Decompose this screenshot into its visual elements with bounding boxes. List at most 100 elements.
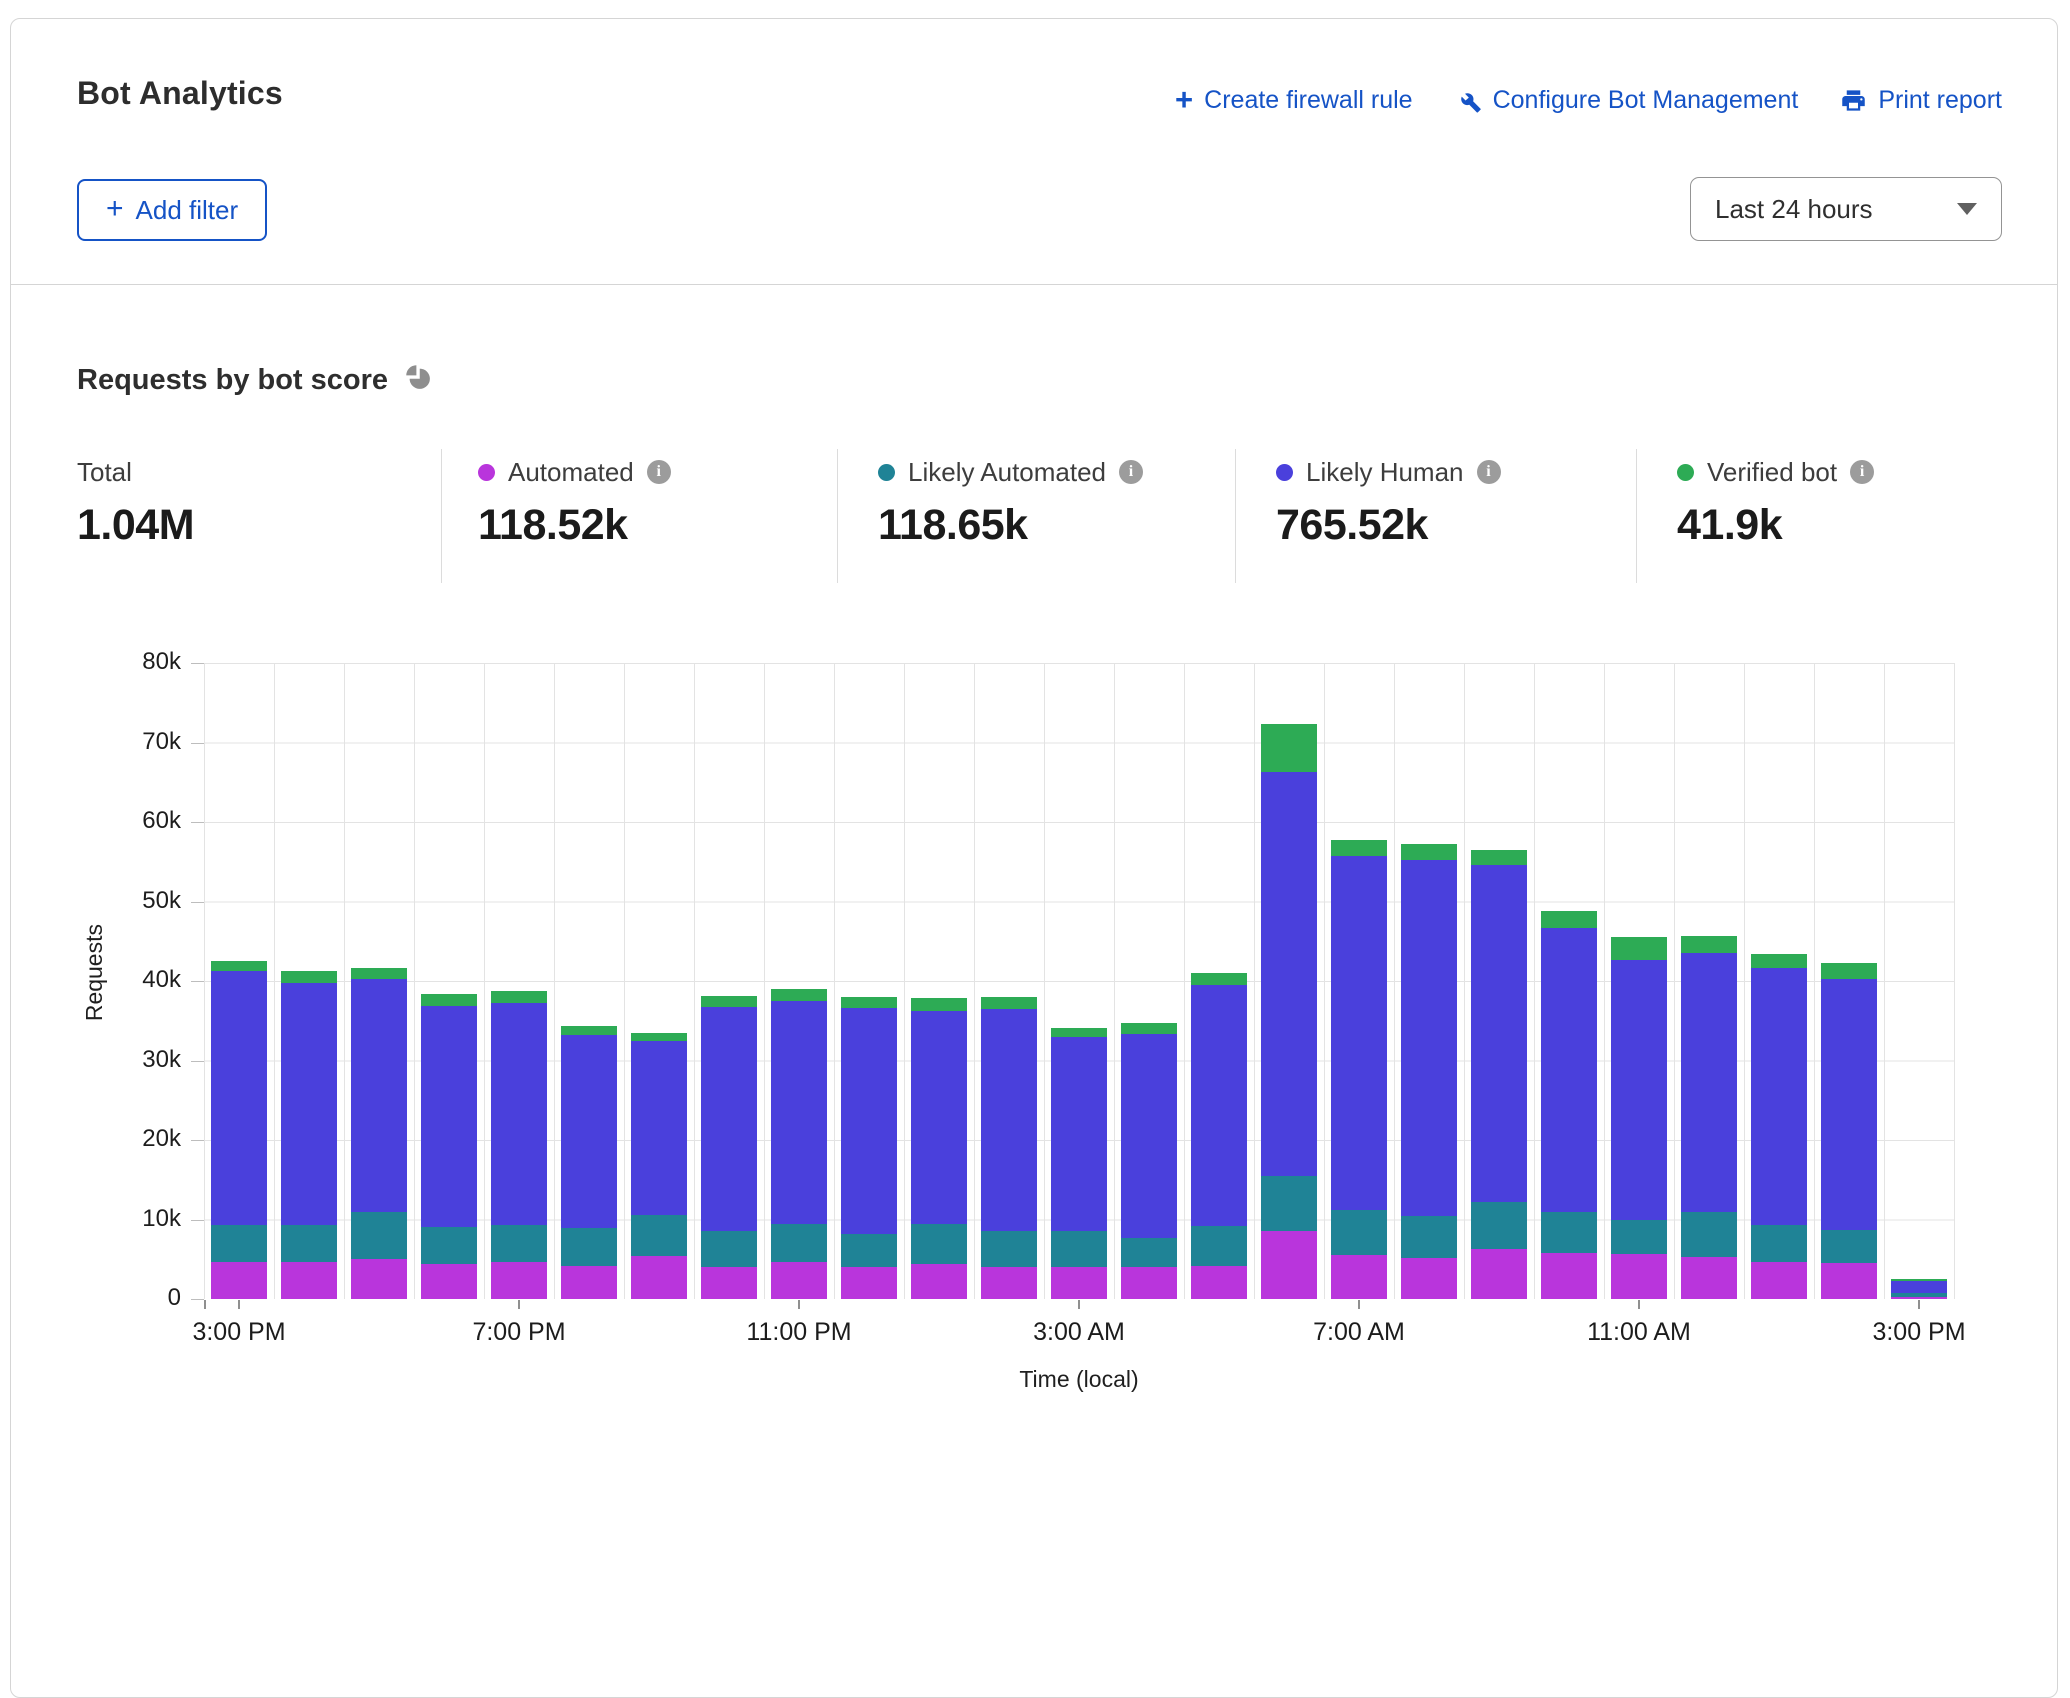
- segment-automated[interactable]: [1751, 1262, 1807, 1299]
- segment-verified-bot[interactable]: [1471, 850, 1527, 865]
- segment-likely-human[interactable]: [1471, 865, 1527, 1202]
- segment-verified-bot[interactable]: [211, 961, 267, 971]
- segment-likely-automated[interactable]: [211, 1225, 267, 1262]
- segment-likely-human[interactable]: [1261, 772, 1317, 1176]
- bar-5-00-am[interactable]: [1191, 973, 1247, 1299]
- segment-verified-bot[interactable]: [841, 997, 897, 1008]
- segment-likely-human[interactable]: [1121, 1034, 1177, 1238]
- segment-likely-automated[interactable]: [1821, 1230, 1877, 1263]
- segment-likely-human[interactable]: [1331, 856, 1387, 1210]
- segment-likely-human[interactable]: [1191, 985, 1247, 1226]
- segment-likely-automated[interactable]: [1121, 1238, 1177, 1267]
- segment-automated[interactable]: [421, 1264, 477, 1299]
- segment-likely-human[interactable]: [561, 1035, 617, 1228]
- bar-7-00-am[interactable]: [1331, 840, 1387, 1299]
- bar-3-00-pm[interactable]: [211, 961, 267, 1299]
- segment-likely-human[interactable]: [911, 1011, 967, 1224]
- bar-9-00-am[interactable]: [1471, 850, 1527, 1299]
- segment-verified-bot[interactable]: [631, 1033, 687, 1041]
- segment-likely-human[interactable]: [1541, 928, 1597, 1212]
- segment-likely-automated[interactable]: [701, 1231, 757, 1267]
- create-firewall-rule-link[interactable]: + Create firewall rule: [1175, 85, 1413, 116]
- segment-likely-automated[interactable]: [981, 1231, 1037, 1267]
- segment-likely-human[interactable]: [631, 1041, 687, 1215]
- bar-2-00-am[interactable]: [981, 997, 1037, 1299]
- segment-likely-automated[interactable]: [1401, 1216, 1457, 1258]
- segment-likely-human[interactable]: [1891, 1281, 1947, 1294]
- segment-likely-human[interactable]: [701, 1007, 757, 1231]
- bar-4-00-pm[interactable]: [281, 971, 337, 1299]
- bar-1-00-pm[interactable]: [1751, 954, 1807, 1299]
- segment-automated[interactable]: [1121, 1267, 1177, 1299]
- segment-automated[interactable]: [701, 1267, 757, 1299]
- segment-verified-bot[interactable]: [1051, 1028, 1107, 1038]
- segment-likely-automated[interactable]: [631, 1215, 687, 1256]
- segment-likely-human[interactable]: [1681, 953, 1737, 1212]
- segment-automated[interactable]: [1331, 1255, 1387, 1299]
- bar-8-00-pm[interactable]: [561, 1026, 617, 1299]
- segment-verified-bot[interactable]: [1541, 911, 1597, 928]
- segment-automated[interactable]: [631, 1256, 687, 1299]
- bar-12-00-pm[interactable]: [1681, 936, 1737, 1299]
- segment-automated[interactable]: [561, 1266, 617, 1299]
- segment-verified-bot[interactable]: [1681, 936, 1737, 953]
- bar-2-00-pm[interactable]: [1821, 963, 1877, 1299]
- segment-automated[interactable]: [351, 1259, 407, 1299]
- segment-automated[interactable]: [211, 1262, 267, 1299]
- segment-automated[interactable]: [1401, 1258, 1457, 1299]
- segment-automated[interactable]: [1261, 1231, 1317, 1299]
- bar-1-00-am[interactable]: [911, 998, 967, 1299]
- segment-likely-human[interactable]: [1751, 968, 1807, 1225]
- segment-likely-automated[interactable]: [1261, 1176, 1317, 1232]
- bar-6-00-am[interactable]: [1261, 724, 1317, 1299]
- segment-automated[interactable]: [1681, 1257, 1737, 1299]
- segment-likely-automated[interactable]: [491, 1225, 547, 1262]
- segment-likely-automated[interactable]: [771, 1224, 827, 1261]
- segment-likely-automated[interactable]: [1191, 1226, 1247, 1266]
- bar-11-00-am[interactable]: [1611, 937, 1667, 1299]
- segment-likely-automated[interactable]: [1331, 1210, 1387, 1255]
- segment-automated[interactable]: [1051, 1267, 1107, 1299]
- segment-automated[interactable]: [1541, 1253, 1597, 1299]
- bar-12-00-am[interactable]: [841, 997, 897, 1299]
- segment-verified-bot[interactable]: [981, 997, 1037, 1009]
- segment-verified-bot[interactable]: [1331, 840, 1387, 856]
- segment-verified-bot[interactable]: [771, 989, 827, 1001]
- segment-verified-bot[interactable]: [1611, 937, 1667, 960]
- bar-5-00-pm[interactable]: [351, 968, 407, 1299]
- segment-likely-human[interactable]: [281, 983, 337, 1225]
- segment-likely-human[interactable]: [421, 1006, 477, 1228]
- segment-automated[interactable]: [491, 1262, 547, 1299]
- bar-7-00-pm[interactable]: [491, 991, 547, 1299]
- segment-verified-bot[interactable]: [281, 971, 337, 983]
- info-icon[interactable]: i: [1119, 460, 1143, 484]
- info-icon[interactable]: i: [1477, 460, 1501, 484]
- segment-verified-bot[interactable]: [1191, 973, 1247, 985]
- info-icon[interactable]: i: [1850, 460, 1874, 484]
- segment-likely-human[interactable]: [841, 1008, 897, 1234]
- segment-automated[interactable]: [1891, 1297, 1947, 1299]
- segment-likely-human[interactable]: [491, 1003, 547, 1225]
- segment-likely-human[interactable]: [211, 971, 267, 1225]
- segment-automated[interactable]: [1191, 1266, 1247, 1299]
- bar-11-00-pm[interactable]: [771, 989, 827, 1299]
- bar-9-00-pm[interactable]: [631, 1033, 687, 1299]
- bar-3-00-am[interactable]: [1051, 1028, 1107, 1299]
- segment-verified-bot[interactable]: [1821, 963, 1877, 979]
- segment-likely-human[interactable]: [1051, 1037, 1107, 1230]
- segment-automated[interactable]: [1471, 1249, 1527, 1299]
- segment-likely-automated[interactable]: [1471, 1202, 1527, 1249]
- segment-likely-human[interactable]: [1401, 860, 1457, 1215]
- segment-automated[interactable]: [841, 1267, 897, 1299]
- segment-likely-automated[interactable]: [1751, 1225, 1807, 1262]
- configure-bot-management-link[interactable]: Configure Bot Management: [1455, 86, 1799, 115]
- segment-likely-automated[interactable]: [281, 1225, 337, 1262]
- segment-verified-bot[interactable]: [1121, 1023, 1177, 1034]
- bar-8-00-am[interactable]: [1401, 844, 1457, 1299]
- segment-verified-bot[interactable]: [911, 998, 967, 1012]
- segment-likely-human[interactable]: [1611, 960, 1667, 1219]
- segment-automated[interactable]: [281, 1262, 337, 1299]
- segment-likely-automated[interactable]: [561, 1228, 617, 1265]
- time-range-select[interactable]: Last 24 hours: [1690, 177, 2002, 241]
- bar-10-00-am[interactable]: [1541, 911, 1597, 1299]
